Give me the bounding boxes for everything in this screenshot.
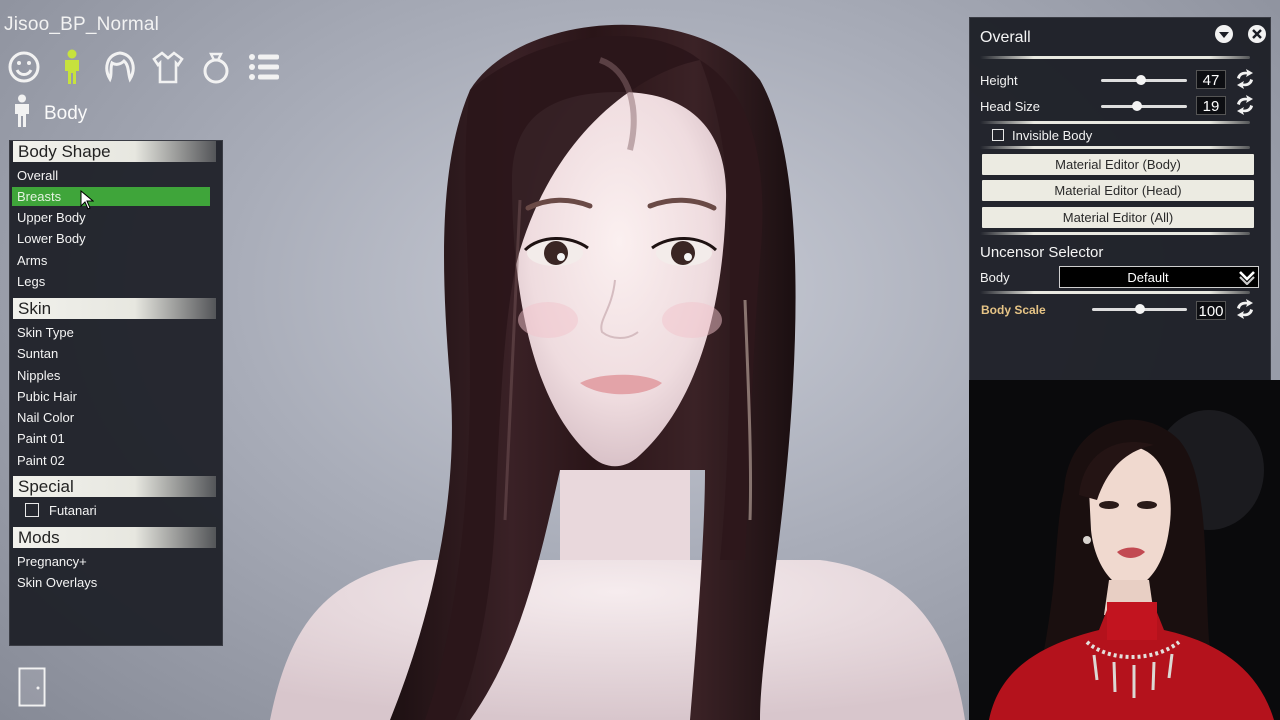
height-value-input[interactable]: 47 (1196, 70, 1226, 89)
menu-item-overall[interactable]: Overall (12, 166, 210, 185)
menu-item-suntan[interactable]: Suntan (12, 344, 210, 363)
material-editor-all-button[interactable]: Material Editor (All) (982, 207, 1254, 228)
height-reset-icon[interactable] (1234, 69, 1256, 89)
menu-item-lower-body[interactable]: Lower Body (12, 229, 210, 248)
body-scale-slider-knob[interactable] (1134, 304, 1145, 314)
invisible-body-checkbox[interactable] (992, 129, 1004, 141)
head-size-label: Head Size (980, 99, 1040, 114)
menu-item-paint-01[interactable]: Paint 01 (12, 429, 210, 448)
height-slider-knob[interactable] (1136, 75, 1147, 85)
head-size-value-input[interactable]: 19 (1196, 96, 1226, 115)
mouse-cursor-icon (80, 189, 95, 215)
section-title: Body (44, 102, 88, 124)
material-editor-body-button[interactable]: Material Editor (Body) (982, 154, 1254, 175)
reference-photo (969, 380, 1280, 720)
body-icon[interactable] (54, 48, 90, 86)
menu-item-legs[interactable]: Legs (12, 272, 210, 291)
body-dropdown-value: Default (1127, 270, 1169, 285)
category-header-skin: Skin (13, 298, 216, 319)
menu-item-breasts[interactable]: Breasts (12, 187, 210, 206)
futanari-label: Futanari (49, 503, 97, 518)
menu-item-pubic-hair[interactable]: Pubic Hair (12, 387, 210, 406)
menu-item-paint-02[interactable]: Paint 02 (12, 451, 210, 470)
section-header: Body (12, 94, 87, 133)
menu-item-pregnancy[interactable]: Pregnancy+ (12, 552, 210, 571)
body-scale-label: Body Scale (981, 303, 1046, 317)
menu-item-arms[interactable]: Arms (12, 251, 210, 270)
head-size-slider[interactable] (1101, 105, 1187, 108)
divider (980, 56, 1250, 59)
divider (980, 291, 1250, 294)
invisible-body-label: Invisible Body (1012, 128, 1093, 143)
body-scale-reset-icon[interactable] (1234, 299, 1256, 319)
accessory-icon[interactable] (198, 48, 234, 86)
right-settings-panel: Overall Height 47 Head Size 19 Invisible… (969, 17, 1271, 381)
category-header-special: Special (13, 476, 216, 497)
height-label: Height (980, 73, 1018, 88)
list-icon[interactable] (246, 48, 282, 86)
body-scale-value-input[interactable]: 100 (1196, 301, 1226, 320)
category-header-mods: Mods (13, 527, 216, 548)
exit-door-button[interactable] (18, 667, 46, 707)
category-toolbar (6, 48, 282, 86)
collapse-chevron-icon[interactable] (1214, 24, 1234, 44)
head-size-slider-knob[interactable] (1132, 101, 1143, 111)
close-icon[interactable] (1247, 24, 1267, 44)
menu-item-skin-type[interactable]: Skin Type (12, 323, 210, 342)
hair-icon[interactable] (102, 48, 138, 86)
left-menu-panel: Body Shape Overall Breasts Upper Body Lo… (9, 140, 223, 646)
category-header-body-shape: Body Shape (13, 141, 216, 162)
menu-item-skin-overlays[interactable]: Skin Overlays (12, 573, 210, 592)
chevron-down-icon (1238, 269, 1256, 286)
scene-title: Jisoo_BP_Normal (4, 14, 160, 35)
menu-item-nipples[interactable]: Nipples (12, 366, 210, 385)
face-icon[interactable] (6, 48, 42, 86)
head-size-reset-icon[interactable] (1234, 95, 1256, 115)
body-dropdown-label: Body (980, 270, 1010, 285)
menu-item-nail-color[interactable]: Nail Color (12, 408, 210, 427)
body-dropdown[interactable]: Default (1059, 266, 1259, 288)
material-editor-head-button[interactable]: Material Editor (Head) (982, 180, 1254, 201)
uncensor-selector-title: Uncensor Selector (980, 244, 1104, 261)
divider (980, 146, 1250, 149)
futanari-checkbox[interactable] (25, 503, 39, 517)
body-icon (12, 94, 32, 133)
clothes-icon[interactable] (150, 48, 186, 86)
divider (980, 232, 1250, 235)
divider (980, 121, 1250, 124)
menu-item-upper-body[interactable]: Upper Body (12, 208, 210, 227)
panel-title: Overall (980, 29, 1031, 46)
